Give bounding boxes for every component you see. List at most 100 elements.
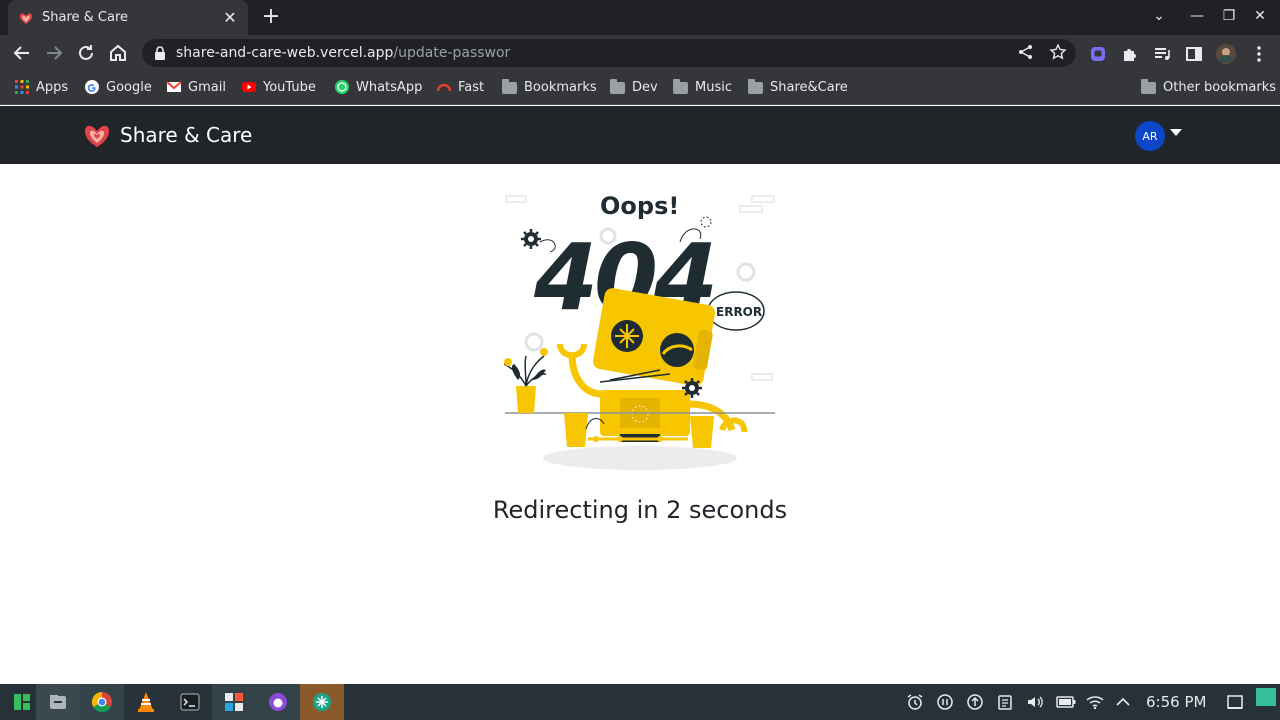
window-close-icon[interactable]: ✕ xyxy=(1250,8,1270,24)
error-404-illustration: Oops! 404 ERROR xyxy=(503,192,775,470)
bookmark-folder-dev[interactable]: Dev xyxy=(610,79,658,95)
bookmark-star-icon[interactable] xyxy=(1049,43,1067,61)
folder-icon xyxy=(748,79,764,95)
bookmark-whatsapp[interactable]: WhatsApp xyxy=(334,79,422,95)
other-bookmarks-label: Other bookmarks xyxy=(1163,79,1277,95)
software-center-icon xyxy=(225,693,243,711)
bookmark-folder-music[interactable]: Music xyxy=(673,79,732,95)
url-text: share-and-care-web.vercel.app/update-pas… xyxy=(176,45,510,61)
bookmark-google[interactable]: Google xyxy=(84,79,152,95)
youtube-icon xyxy=(242,82,256,92)
fast-speed-icon xyxy=(436,83,452,92)
tray-expand-icon[interactable] xyxy=(1114,693,1132,711)
lock-icon[interactable] xyxy=(154,46,166,60)
update-icon[interactable] xyxy=(966,693,984,711)
oops-heading: Oops! xyxy=(600,192,679,220)
brand-name: Share & Care xyxy=(120,123,253,147)
bookmark-label: Dev xyxy=(632,79,658,95)
bookmark-folder-share-care[interactable]: Share&Care xyxy=(748,79,848,95)
media-control-icon[interactable] xyxy=(1152,44,1172,64)
vlc-icon xyxy=(138,692,154,712)
app-icon xyxy=(313,693,331,711)
desktop-icon[interactable] xyxy=(1226,693,1244,711)
taskbar-chrome[interactable] xyxy=(80,684,124,720)
extensions-puzzle-icon[interactable] xyxy=(1120,44,1140,64)
restore-icon[interactable]: ❐ xyxy=(1219,8,1239,24)
share-care-logo-icon xyxy=(85,125,109,147)
bookmark-label: Gmail xyxy=(188,79,226,95)
bookmark-label: Bookmarks xyxy=(524,79,597,95)
profile-avatar-icon[interactable] xyxy=(1216,44,1236,64)
tab-close-icon[interactable]: ✕ xyxy=(222,9,238,26)
bookmark-fast[interactable]: Fast xyxy=(436,79,484,95)
battery-icon[interactable] xyxy=(1056,693,1076,711)
address-bar[interactable]: share-and-care-web.vercel.app/update-pas… xyxy=(142,39,1076,67)
main-content: Oops! 404 ERROR Redirecting in 2 seconds xyxy=(0,164,1280,684)
error-bubble-text: ERROR xyxy=(716,305,762,319)
taskbar-terminal[interactable] xyxy=(168,684,212,720)
error-speech-bubble: ERROR xyxy=(707,291,765,331)
user-avatar[interactable]: AR xyxy=(1135,121,1165,151)
bookmark-label: Music xyxy=(695,79,732,95)
bookmark-label: YouTube xyxy=(263,79,316,95)
taskbar-clock[interactable]: 6:56 PM xyxy=(1146,693,1206,711)
chrome-icon xyxy=(91,691,112,713)
reload-icon[interactable] xyxy=(74,41,98,65)
github-desktop-icon xyxy=(269,693,287,711)
file-manager-icon xyxy=(50,695,66,709)
volume-icon[interactable] xyxy=(1026,693,1044,711)
bookmarks-bar: Apps Google Gmail YouTube WhatsApp Fast … xyxy=(0,71,1280,105)
chrome-menu-icon[interactable] xyxy=(1249,44,1269,64)
new-tab-button[interactable]: + xyxy=(260,6,282,28)
bookmark-folder-bookmarks[interactable]: Bookmarks xyxy=(502,79,597,95)
taskbar-app[interactable] xyxy=(300,684,344,720)
brand-link[interactable]: Share & Care xyxy=(82,120,252,150)
gmail-icon xyxy=(166,81,182,92)
bookmark-youtube[interactable]: YouTube xyxy=(241,79,316,95)
minimize-icon[interactable]: — xyxy=(1187,8,1207,24)
folder-icon xyxy=(610,79,626,95)
alarm-icon[interactable] xyxy=(906,693,924,711)
redirect-message: Redirecting in 2 seconds xyxy=(492,496,788,524)
google-icon xyxy=(85,80,99,94)
bookmark-apps[interactable]: Apps xyxy=(14,79,68,95)
home-icon[interactable] xyxy=(106,41,130,65)
pause-icon[interactable] xyxy=(936,693,954,711)
other-bookmarks[interactable]: Other bookmarks xyxy=(1141,79,1276,95)
folder-icon xyxy=(502,79,518,95)
forward-icon[interactable] xyxy=(42,41,66,65)
user-menu-caret-icon[interactable] xyxy=(1170,129,1182,136)
terminal-icon xyxy=(180,693,200,711)
url-path: /update-passwor xyxy=(393,45,511,61)
apps-grid-icon xyxy=(15,80,29,94)
extension-mastodon-icon[interactable] xyxy=(1088,44,1108,64)
bookmark-label: Apps xyxy=(36,79,69,95)
bookmark-label: Google xyxy=(106,79,152,95)
url-host: share-and-care-web.vercel.app xyxy=(176,45,394,61)
back-icon[interactable] xyxy=(10,41,34,65)
show-desktop-button[interactable] xyxy=(1256,688,1276,706)
folder-icon xyxy=(673,79,689,95)
bookmark-label: Share&Care xyxy=(770,79,848,95)
taskbar-software[interactable] xyxy=(212,684,256,720)
bookmark-label: WhatsApp xyxy=(356,79,423,95)
whatsapp-icon xyxy=(335,80,349,94)
folder-icon xyxy=(1141,79,1157,95)
plant-vase xyxy=(503,348,548,413)
share-icon[interactable] xyxy=(1017,43,1035,61)
manjaro-icon xyxy=(14,694,30,710)
side-panel-icon[interactable] xyxy=(1184,44,1204,64)
taskbar-files[interactable] xyxy=(36,684,80,720)
wifi-icon[interactable] xyxy=(1086,693,1104,711)
browser-tab[interactable]: Share & Care ✕ xyxy=(8,0,248,35)
tab-search-icon[interactable]: ⌄ xyxy=(1149,8,1169,24)
gear-icon xyxy=(682,378,702,398)
clipboard-icon[interactable] xyxy=(996,693,1014,711)
share-care-logo-icon xyxy=(20,12,32,24)
taskbar-vlc[interactable] xyxy=(124,684,168,720)
taskbar: 6:56 PM xyxy=(0,684,1280,720)
bookmark-gmail[interactable]: Gmail xyxy=(166,79,226,95)
taskbar-github[interactable] xyxy=(256,684,300,720)
app-navbar: Share & Care AR xyxy=(0,106,1280,164)
browser-tabstrip: Share & Care ✕ + ⌄ — ❐ ✕ xyxy=(0,0,1280,35)
